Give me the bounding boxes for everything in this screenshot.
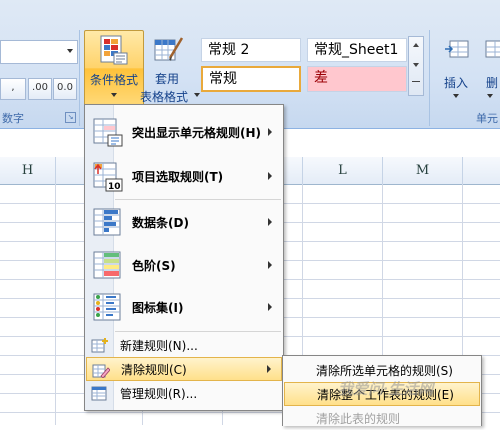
menu-item-highlight-rules-label: 突出显示单元格规则(H) <box>132 125 262 140</box>
menu-item-clear-rules[interactable]: 清除规则(C) <box>86 357 282 381</box>
top-bottom-rules-icon: 10 <box>92 160 124 192</box>
menu-item-data-bars-label: 数据条(D) <box>132 215 189 230</box>
style-bad[interactable]: 差 <box>307 66 407 92</box>
menu-item-manage-rules[interactable]: 管理规则(R)... <box>86 381 282 405</box>
chevron-right-icon <box>268 303 272 311</box>
chevron-right-icon <box>267 365 271 373</box>
conditional-format-icon <box>100 35 128 65</box>
data-bars-icon <box>92 206 124 238</box>
delete-label: 删 <box>485 76 498 90</box>
style-normal[interactable]: 常规 <box>201 66 301 92</box>
chevron-down-icon <box>453 94 459 98</box>
color-scales-icon <box>92 249 124 281</box>
style-normal-label: 常规 <box>209 71 237 87</box>
manage-rules-icon <box>91 385 109 401</box>
menu-item-new-rule[interactable]: 新建规则(N)... <box>86 333 282 357</box>
delete-button[interactable]: 删 <box>478 34 500 104</box>
column-header-l-label: L <box>338 163 347 178</box>
menu-item-top-bottom-rules-label: 项目选取规则(T) <box>132 169 224 184</box>
styles-scroll[interactable] <box>408 36 424 96</box>
new-rule-icon <box>91 337 109 353</box>
scroll-up-icon[interactable] <box>413 43 419 47</box>
cells-group-label: 单元 <box>476 112 498 125</box>
chevron-down-icon <box>487 94 493 98</box>
column-header-m[interactable]: M <box>383 157 463 185</box>
chevron-down-icon <box>67 49 73 53</box>
menu-item-manage-rules-label: 管理规则(R)... <box>120 386 198 401</box>
menu-item-clear-rules-label: 清除规则(C) <box>121 362 187 377</box>
gallery-more-icon[interactable] <box>412 81 420 82</box>
conditional-format-menu: 突出显示单元格规则(H) 10 项目选取规则(T) 数据条(D) 色阶(S) 图… <box>84 104 284 411</box>
style-normal-sheet1[interactable]: 常规_Sheet1 <box>307 38 407 62</box>
conditional-format-button[interactable]: 条件格式 <box>84 30 144 106</box>
style-bad-label: 差 <box>314 70 328 86</box>
menu-separator <box>115 199 281 200</box>
svg-text:10: 10 <box>108 182 121 192</box>
highlight-rules-icon <box>92 116 124 148</box>
insert-cells-icon <box>444 38 470 60</box>
increase-decimal-button[interactable]: .00 <box>28 78 52 100</box>
conditional-format-label: 条件格式 <box>89 73 138 87</box>
submenu-item-clear-table-label: 清除此表的规则 <box>316 411 401 426</box>
insert-label: 插入 <box>443 76 468 90</box>
menu-item-new-rule-label: 新建规则(N)... <box>120 338 198 353</box>
format-as-table-button[interactable]: 套用 表格格式 <box>140 30 200 104</box>
chevron-right-icon <box>268 218 272 226</box>
delete-cells-icon <box>484 38 500 60</box>
menu-item-color-scales-label: 色阶(S) <box>132 258 176 273</box>
group-separator <box>429 30 430 126</box>
number-format-combo[interactable] <box>0 40 78 64</box>
comma-label: , <box>11 82 15 93</box>
column-header-n[interactable] <box>463 157 500 185</box>
group-separator <box>79 30 80 126</box>
chevron-down-icon <box>194 93 200 97</box>
column-header-m-label: M <box>415 163 430 178</box>
number-group-launcher-icon[interactable]: ↘ <box>65 112 76 123</box>
icon-sets-icon <box>92 291 124 323</box>
menu-item-top-bottom-rules[interactable]: 10 项目选取规则(T) <box>86 155 282 197</box>
table-format-label-2: 表格格式 <box>139 90 188 104</box>
scroll-down-icon[interactable] <box>413 63 419 67</box>
chevron-right-icon <box>268 128 272 136</box>
chevron-right-icon <box>268 261 272 269</box>
table-format-label-1: 套用 <box>154 72 179 86</box>
style-normal-2-label: 常规 2 <box>208 42 250 58</box>
menu-item-icon-sets[interactable]: 图标集(I) <box>86 286 282 328</box>
column-header-h[interactable]: H <box>0 157 56 185</box>
menu-item-data-bars[interactable]: 数据条(D) <box>86 201 282 243</box>
clear-rules-icon <box>92 362 111 379</box>
menu-item-icon-sets-label: 图标集(I) <box>132 300 184 315</box>
column-header-l[interactable]: L <box>303 157 383 185</box>
table-format-icon <box>154 34 184 64</box>
menu-item-color-scales[interactable]: 色阶(S) <box>86 244 282 286</box>
increase-decimal-label: .00 <box>32 82 48 93</box>
comma-style-button[interactable]: , <box>0 78 26 100</box>
submenu-item-clear-selected-label: 清除所选单元格的规则(S) <box>316 363 453 378</box>
number-group-label: 数字 <box>2 112 24 125</box>
chevron-down-icon <box>111 93 117 97</box>
column-header-h-label: H <box>21 163 34 178</box>
style-normal-2[interactable]: 常规 2 <box>201 38 301 62</box>
decrease-decimal-button[interactable]: 0.0 <box>53 78 77 100</box>
chevron-right-icon <box>268 172 272 180</box>
decrease-decimal-label: 0.0 <box>57 82 73 93</box>
watermark-text: 我爱问·生活网 <box>338 380 434 398</box>
insert-button[interactable]: 插入 <box>436 34 476 104</box>
style-normal-sheet1-label: 常规_Sheet1 <box>314 42 399 58</box>
submenu-item-clear-table: 清除此表的规则 <box>284 406 480 430</box>
grid-line <box>55 184 56 425</box>
menu-item-highlight-rules[interactable]: 突出显示单元格规则(H) <box>86 111 282 153</box>
menu-separator <box>115 331 281 332</box>
